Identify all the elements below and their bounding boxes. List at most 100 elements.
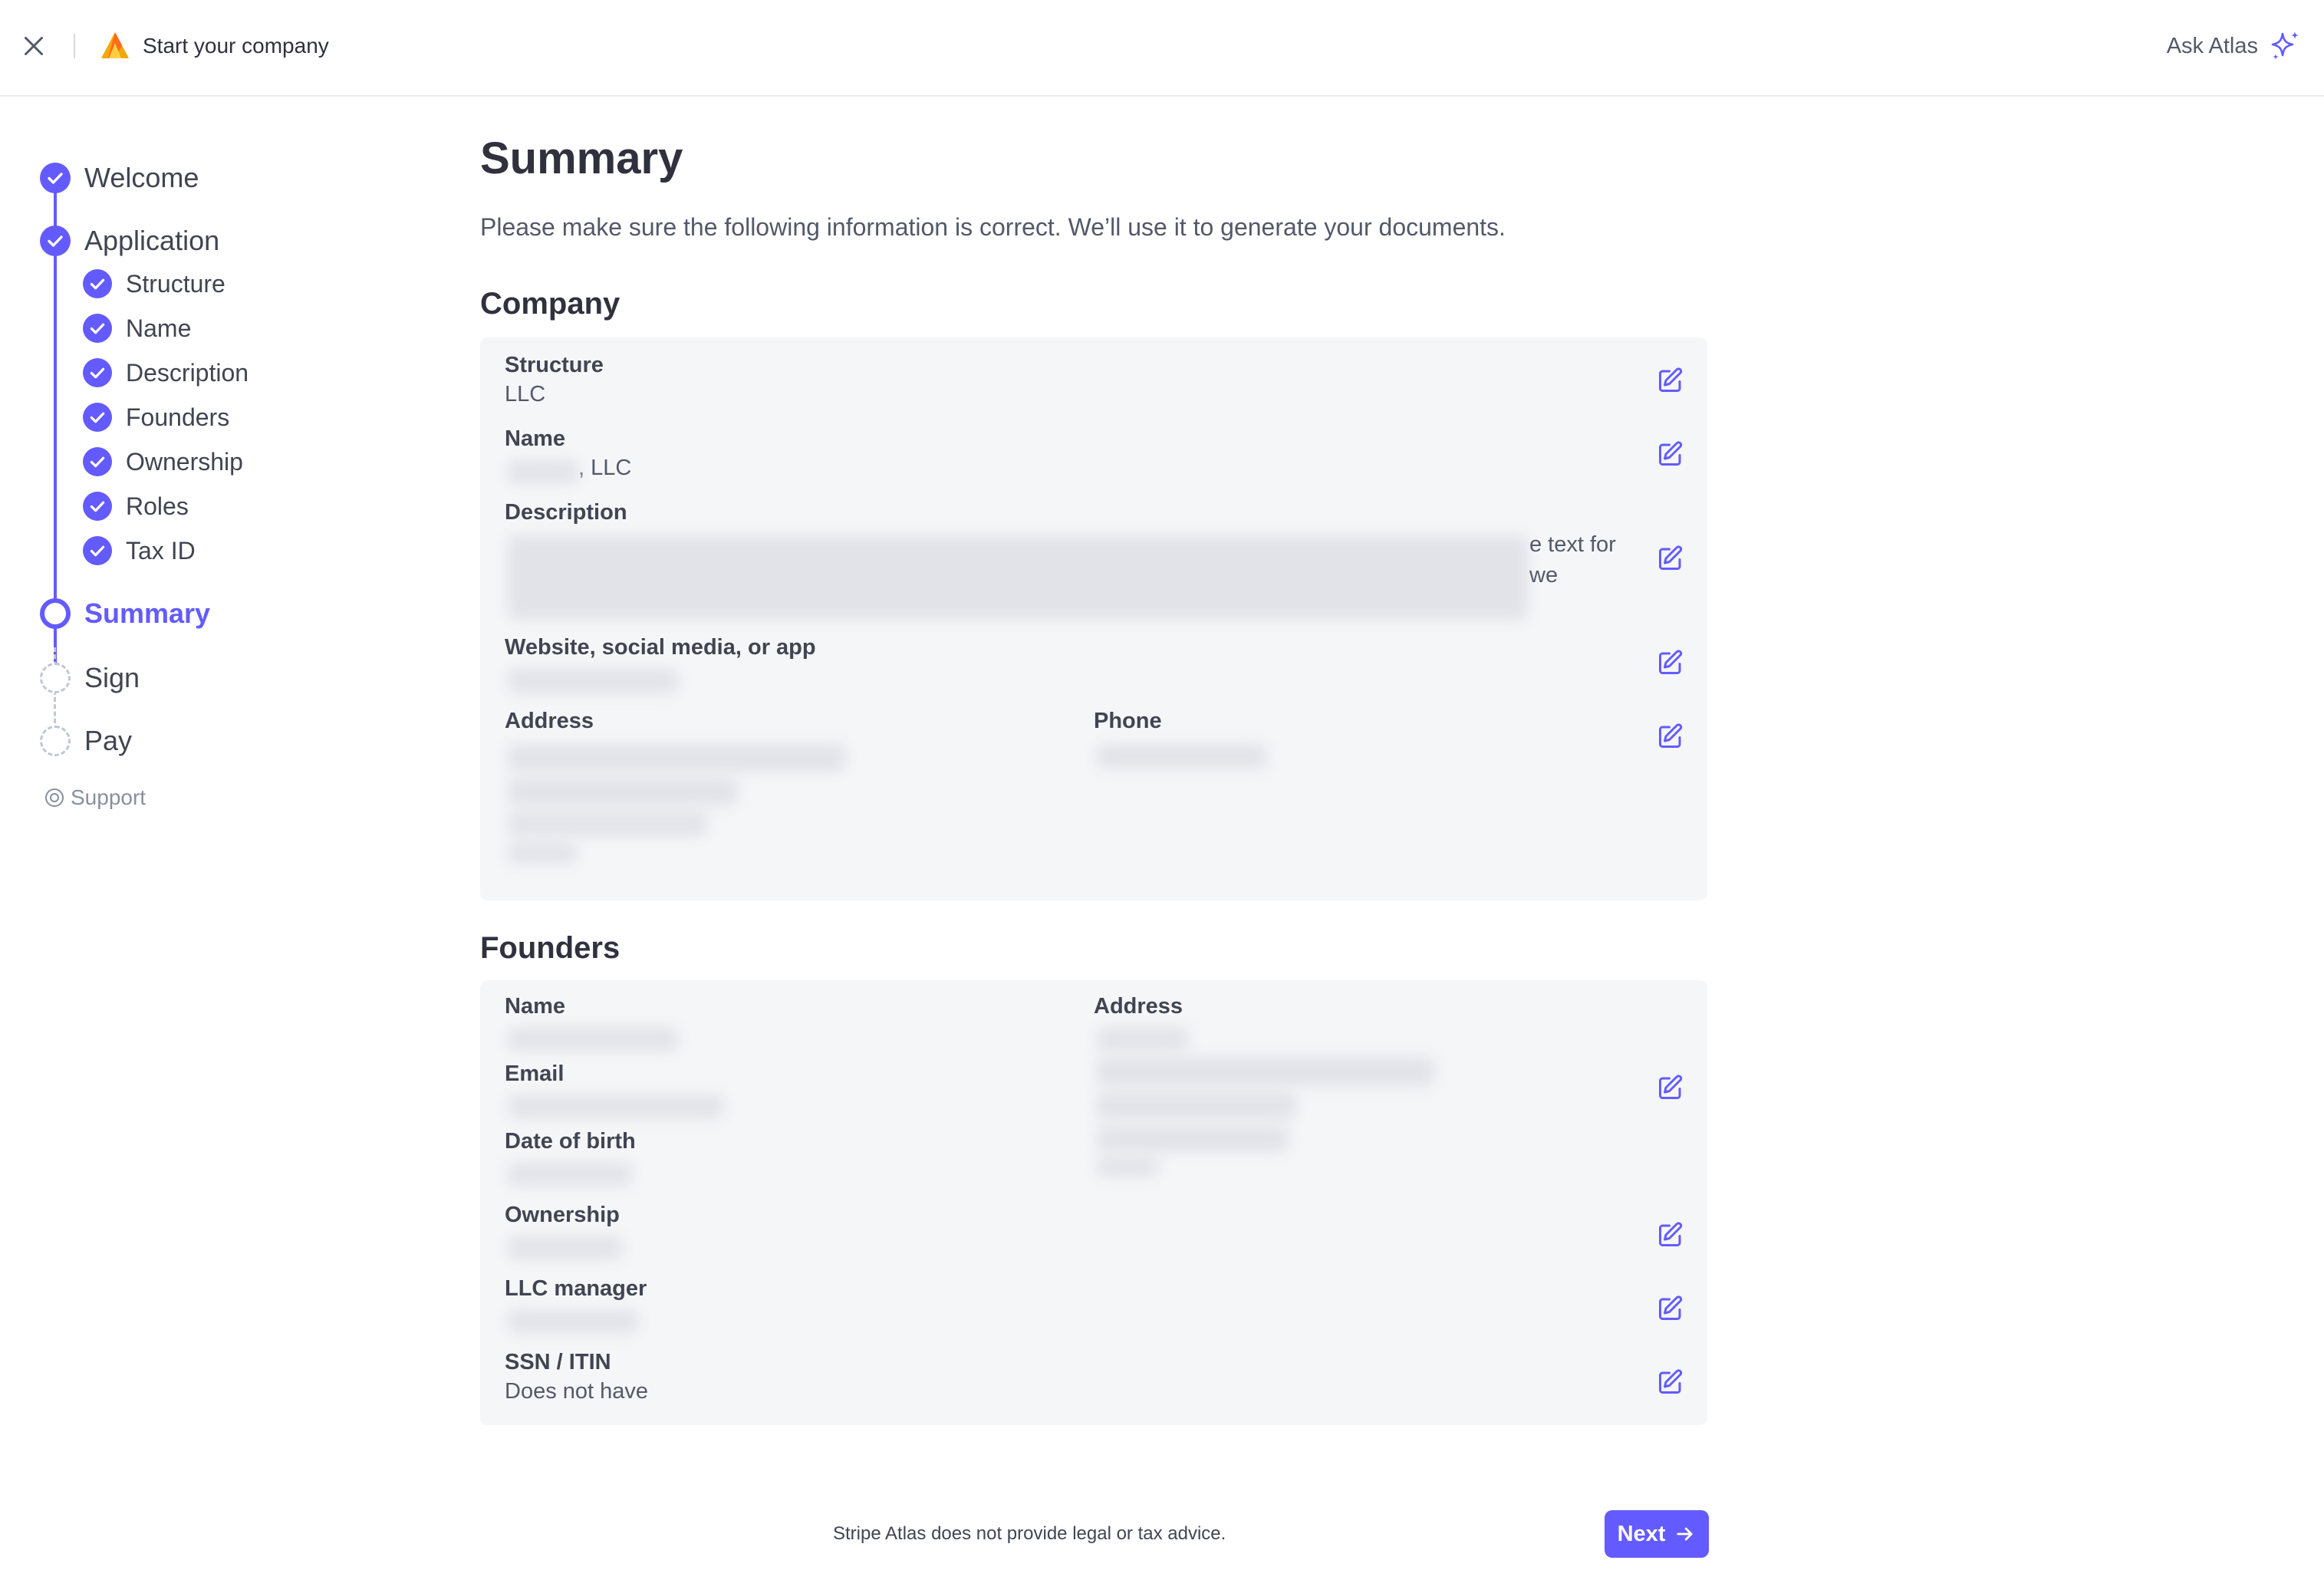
redacted-description xyxy=(508,535,1528,620)
edit-founder-details-icon[interactable] xyxy=(1657,1074,1684,1101)
ask-atlas-label: Ask Atlas xyxy=(2166,34,2258,58)
step-sign[interactable]: Sign xyxy=(40,661,140,695)
substep-founders[interactable]: Founders xyxy=(83,402,229,433)
redacted-founder-address xyxy=(1097,1057,1434,1086)
ssn-value: Does not have xyxy=(505,1379,649,1404)
check-circle-icon xyxy=(40,163,71,193)
company-heading: Company xyxy=(480,287,621,321)
edit-name-icon[interactable] xyxy=(1657,440,1684,468)
current-step-icon xyxy=(40,598,71,629)
redacted-address xyxy=(508,744,845,772)
substep-structure[interactable]: Structure xyxy=(83,268,225,299)
redacted-founder-address xyxy=(1097,1092,1296,1120)
close-icon[interactable] xyxy=(20,32,48,60)
redacted-founder-name xyxy=(508,1028,678,1051)
pending-step-icon xyxy=(40,663,71,693)
check-circle-icon xyxy=(83,269,112,298)
redacted-address xyxy=(508,842,577,864)
check-circle-icon xyxy=(83,492,112,521)
edit-llc-manager-icon[interactable] xyxy=(1657,1295,1684,1322)
page-subtitle: Please make sure the following informati… xyxy=(480,213,1506,241)
check-circle-icon xyxy=(83,447,112,476)
substep-label: Description xyxy=(126,359,249,387)
substep-tax-id[interactable]: Tax ID xyxy=(83,535,196,566)
structure-value: LLC xyxy=(505,382,546,407)
company-name-suffix: , LLC xyxy=(578,456,632,480)
support-label: Support xyxy=(71,785,146,809)
atlas-logo-icon xyxy=(98,29,132,63)
substep-label: Structure xyxy=(126,270,225,298)
redacted-founder-ownership xyxy=(508,1236,623,1259)
page-title: Summary xyxy=(480,133,683,183)
step-label: Pay xyxy=(84,725,133,756)
field-label: Ownership xyxy=(505,1203,620,1227)
field-label: Address xyxy=(1094,994,1183,1019)
company-card: Structure LLC Name , LLC Description e t… xyxy=(480,337,1707,900)
founder-dob-field: Date of birth xyxy=(505,1127,636,1155)
founder-ssn-field: SSN / ITIN Does not have xyxy=(505,1348,648,1407)
redacted-address xyxy=(508,811,707,836)
edit-website-icon[interactable] xyxy=(1657,649,1684,676)
field-label: Structure xyxy=(505,353,604,377)
support-link[interactable]: Support xyxy=(44,785,146,810)
substep-description[interactable]: Description xyxy=(83,357,249,388)
sparkle-icon xyxy=(2271,31,2299,60)
edit-ownership-icon[interactable] xyxy=(1657,1221,1684,1249)
redacted-founder-address xyxy=(1097,1157,1158,1177)
arrow-right-icon xyxy=(1677,1527,1693,1541)
edit-address-icon[interactable] xyxy=(1657,723,1684,750)
phone-field: Phone xyxy=(1094,707,1162,735)
step-label: Application xyxy=(84,225,220,256)
substep-name[interactable]: Name xyxy=(83,313,191,344)
edit-structure-icon[interactable] xyxy=(1657,367,1684,394)
founder-ownership-field: Ownership xyxy=(505,1201,620,1229)
substep-ownership[interactable]: Ownership xyxy=(83,446,243,477)
substep-label: Founders xyxy=(126,403,230,431)
field-label: Phone xyxy=(1094,709,1162,733)
edit-description-icon[interactable] xyxy=(1657,545,1684,572)
founder-email-field: Email xyxy=(505,1060,564,1088)
redacted-address xyxy=(508,778,738,805)
top-bar: Start your company Ask Atlas xyxy=(0,0,2324,97)
lifebuoy-icon xyxy=(45,788,64,807)
redacted-founder-dob xyxy=(508,1163,632,1186)
ask-atlas-button[interactable]: Ask Atlas xyxy=(2167,28,2303,64)
field-label: LLC manager xyxy=(505,1276,647,1301)
field-label: Name xyxy=(505,426,565,451)
check-circle-icon xyxy=(83,536,112,565)
legal-disclaimer: Stripe Atlas does not provide legal or t… xyxy=(833,1523,1226,1544)
description-field: Description xyxy=(505,499,627,526)
next-label: Next xyxy=(1617,1521,1666,1546)
step-summary[interactable]: Summary xyxy=(40,597,210,630)
field-label: Name xyxy=(505,994,565,1019)
redacted-phone xyxy=(1097,744,1267,769)
redacted-llc-manager xyxy=(508,1310,638,1333)
field-label: Address xyxy=(505,709,594,733)
field-label: Description xyxy=(505,500,627,525)
address-field: Address xyxy=(505,707,594,735)
redacted-founder-address xyxy=(1097,1126,1289,1152)
founder-address-field: Address xyxy=(1094,992,1183,1020)
step-welcome[interactable]: Welcome xyxy=(40,161,199,195)
field-label: Email xyxy=(505,1062,565,1086)
founder-name-field: Name xyxy=(505,992,565,1020)
topbar-divider xyxy=(74,34,75,58)
step-application[interactable]: Application xyxy=(40,224,219,258)
app-title: Start your company xyxy=(143,34,329,58)
field-label: Date of birth xyxy=(505,1129,636,1154)
next-button[interactable]: Next xyxy=(1605,1510,1709,1558)
substep-label: Ownership xyxy=(126,448,243,476)
step-pay[interactable]: Pay xyxy=(40,724,132,758)
website-field: Website, social media, or app xyxy=(505,634,816,661)
progress-sidebar: Welcome Application Structure Name Descr… xyxy=(0,97,430,864)
substep-roles[interactable]: Roles xyxy=(83,491,189,522)
founders-card: Name Address Email Date of birth Ownersh… xyxy=(480,980,1707,1425)
field-label: Website, social media, or app xyxy=(505,635,816,660)
description-fragment: e text for xyxy=(1529,532,1616,557)
redacted-website xyxy=(508,669,678,693)
founder-llc-manager-field: LLC manager xyxy=(505,1275,647,1302)
substep-label: Roles xyxy=(126,492,189,520)
edit-ssn-icon[interactable] xyxy=(1657,1368,1684,1396)
redacted-founder-email xyxy=(508,1095,724,1118)
redacted-founder-address xyxy=(1097,1028,1189,1051)
